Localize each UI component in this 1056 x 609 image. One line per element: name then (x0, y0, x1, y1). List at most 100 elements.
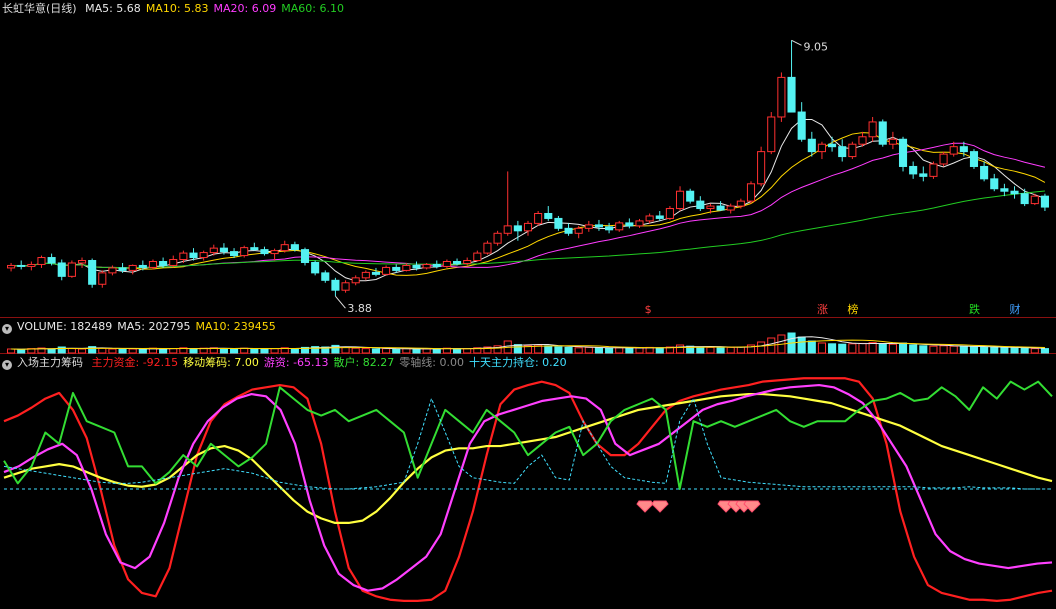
diamond-icon (636, 500, 654, 513)
volume-bar (108, 348, 117, 354)
candle (564, 223, 573, 236)
event-marker: 涨 (817, 303, 828, 316)
volume-bar (838, 343, 847, 354)
candle (878, 119, 887, 147)
legend-item: MA10: 5.83 (145, 2, 209, 15)
volume-bar (554, 346, 563, 354)
candle (98, 270, 107, 288)
low-price-pointer (335, 295, 346, 309)
candle (898, 136, 908, 172)
high-price-pointer (791, 39, 802, 46)
volume-bar (422, 348, 431, 354)
legend-item: MA10: 239455 (195, 320, 276, 333)
legend-item: MA5: 5.68 (85, 2, 141, 15)
volume-bar (716, 347, 725, 354)
volume-bar (949, 345, 958, 354)
volume-bar (250, 348, 259, 354)
candle (787, 40, 796, 113)
volume-bar (858, 342, 867, 354)
candle (838, 139, 847, 162)
volume-bar (230, 348, 239, 354)
volume-bar (635, 347, 644, 354)
volume-bar (260, 348, 269, 354)
volume-bar (453, 348, 462, 354)
candle (250, 242, 259, 251)
volume-bar (990, 346, 999, 354)
indicator-legend: 主力资金: -92.15 移动筹码: 7.00 游资: -65.13 散户: 82.2… (92, 356, 572, 369)
volume-bar (7, 348, 16, 354)
candle (777, 72, 786, 122)
candle (767, 112, 776, 155)
indicator-panel[interactable]: ▾ 入场主力筹码 主力资金: -92.15 移动筹码: 7.00 游资: -65.13… (0, 354, 1056, 609)
volume-bar (797, 336, 806, 354)
volume-bar (817, 342, 826, 354)
volume-bar (341, 346, 350, 354)
candle (169, 255, 178, 268)
volume-bar (382, 348, 391, 354)
high-price-label: 9.05 (804, 40, 829, 53)
volume-bar (828, 343, 837, 354)
candle (290, 241, 299, 252)
collapse-icon[interactable]: ▾ (2, 360, 12, 370)
candle (311, 260, 320, 276)
candle (148, 259, 158, 270)
volume-bar (959, 346, 968, 354)
candle (128, 264, 137, 275)
candle (696, 196, 705, 212)
candle (199, 250, 208, 261)
candle (351, 275, 360, 286)
candle (939, 151, 948, 167)
candle (321, 270, 330, 283)
candle (7, 262, 16, 272)
legend-item: MA60: 6.10 (281, 2, 344, 15)
candle (544, 206, 553, 221)
volume-bar (807, 340, 816, 354)
volume-bar (1040, 348, 1049, 354)
candle (584, 220, 593, 232)
candle (503, 171, 512, 236)
legend-item: 散户: 82.27 (333, 356, 395, 369)
candle (37, 255, 46, 268)
candle (17, 260, 26, 270)
candle (523, 220, 533, 236)
candle (726, 203, 735, 214)
volume-bar (290, 348, 299, 354)
event-marker: 财 (1010, 302, 1021, 316)
candle (594, 219, 603, 231)
ma10-line (11, 132, 1046, 276)
candle (817, 141, 826, 160)
volume-bar (898, 342, 908, 354)
candle (483, 240, 492, 255)
stock-title: 长虹华意(日线) (2, 2, 77, 15)
volume-bar (909, 344, 918, 354)
volume-bar (47, 348, 56, 354)
candle (615, 220, 624, 232)
candle (57, 259, 66, 281)
volume-bar (584, 346, 593, 354)
volume-bar (17, 348, 26, 354)
collapse-icon[interactable]: ▾ (2, 324, 12, 334)
event-marker: $ (645, 303, 652, 316)
low-price-label: 3.88 (347, 302, 372, 315)
volume-bar (605, 347, 614, 354)
candle (716, 201, 725, 212)
candle (1020, 188, 1029, 207)
legend-item: MA20: 6.09 (213, 2, 277, 15)
ma-legend: MA5: 5.68 MA10: 5.83 MA20: 6.09 MA60: 6.10 (85, 2, 349, 15)
legend-item: MA5: 202795 (117, 320, 191, 333)
volume-bar (878, 343, 887, 354)
volume-bar (726, 346, 735, 354)
candle (300, 247, 310, 266)
volume-bar (625, 347, 634, 354)
volume-bar (118, 348, 127, 354)
event-marker: 榜 (847, 302, 858, 316)
candle (88, 258, 97, 288)
volume-panel[interactable]: ▾ VOLUME: 182489 MA5: 202795 MA10: 239455 (0, 318, 1056, 354)
candle (929, 161, 938, 179)
indicator-chart[interactable] (0, 354, 1056, 609)
candle (980, 161, 989, 182)
volume-bar (888, 343, 897, 354)
price-chart[interactable]: 9.05 3.88 $ 涨 榜 跌 财 (0, 0, 1056, 318)
volume-bar (919, 345, 928, 354)
price-panel[interactable]: 9.05 3.88 $ 涨 榜 跌 财 长虹华意(日线) MA5: 5.68 MA10: 5.… (0, 0, 1056, 318)
